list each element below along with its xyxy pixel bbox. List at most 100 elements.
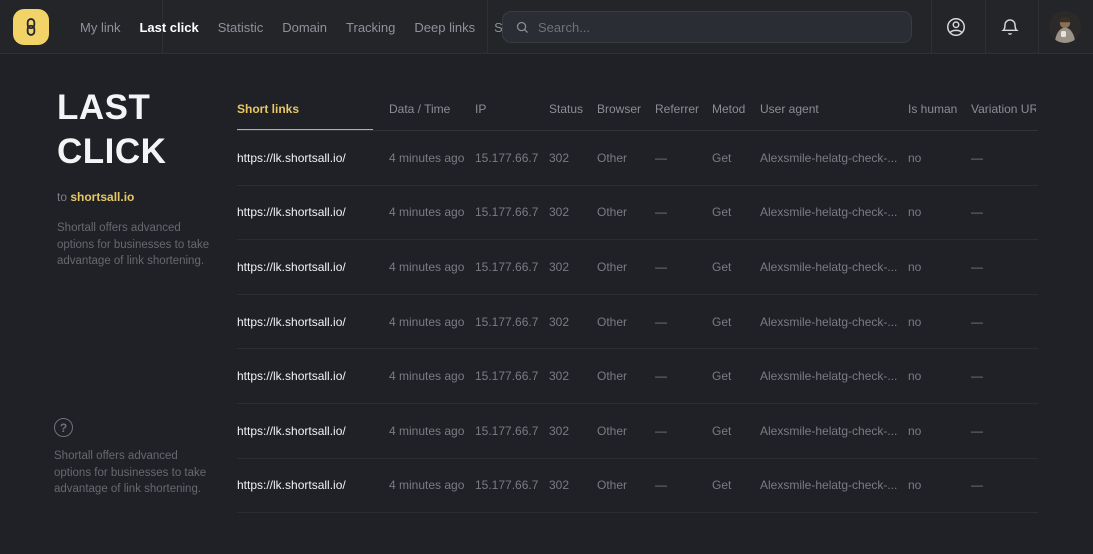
- cell: —: [655, 315, 712, 329]
- cell: no: [908, 151, 971, 165]
- cell: 15.177.66.7: [475, 205, 549, 219]
- help-description: Shortall offers advanced options for bus…: [54, 448, 212, 498]
- cell: 4 minutes ago: [389, 205, 475, 219]
- page-title: LAST CLICK: [57, 86, 222, 174]
- cell: 15.177.66.7: [475, 151, 549, 165]
- table-row[interactable]: https://lk.shortsall.io/4 minutes ago15.…: [237, 240, 1038, 295]
- divider: [931, 0, 932, 53]
- short-link-cell[interactable]: https://lk.shortsall.io/: [237, 478, 389, 492]
- table-row[interactable]: https://lk.shortsall.io/4 minutes ago15.…: [237, 349, 1038, 404]
- column-header-is-human: Is human: [908, 102, 971, 116]
- subtitle-prefix: to: [57, 190, 70, 204]
- page-title-line1: LAST: [57, 88, 150, 127]
- short-link-cell[interactable]: https://lk.shortsall.io/: [237, 424, 389, 438]
- notifications-button[interactable]: [988, 0, 1032, 54]
- column-header-referrer: Referrer: [655, 102, 712, 116]
- cell: Alexsmile-helatg-check-...: [760, 424, 908, 438]
- subtitle: to shortsall.io: [57, 190, 222, 204]
- main-nav: My link Last click Statistic Domain Tracking…: [78, 0, 537, 54]
- cell: no: [908, 260, 971, 274]
- cell: —: [971, 478, 1036, 492]
- search-box[interactable]: [502, 11, 912, 43]
- cell: —: [971, 260, 1036, 274]
- nav-item-domain[interactable]: Domain: [280, 16, 329, 39]
- cell: 4 minutes ago: [389, 151, 475, 165]
- cell: Other: [597, 260, 655, 274]
- cell: Alexsmile-helatg-check-...: [760, 205, 908, 219]
- cell: 15.177.66.7: [475, 260, 549, 274]
- help-icon[interactable]: ?: [54, 418, 73, 437]
- column-header-variation-url: Variation URL: [971, 102, 1036, 116]
- cell: Other: [597, 369, 655, 383]
- chain-link-icon: [21, 17, 41, 37]
- table-row[interactable]: https://lk.shortsall.io/4 minutes ago15.…: [237, 186, 1038, 241]
- divider: [1038, 0, 1039, 53]
- short-link-cell[interactable]: https://lk.shortsall.io/: [237, 205, 389, 219]
- cell: —: [971, 369, 1036, 383]
- short-link-cell[interactable]: https://lk.shortsall.io/: [237, 151, 389, 165]
- short-link-cell[interactable]: https://lk.shortsall.io/: [237, 260, 389, 274]
- cell: Get: [712, 369, 760, 383]
- topbar: My link Last click Statistic Domain Tracking…: [0, 0, 1093, 54]
- nav-item-deep-links[interactable]: Deep links: [412, 16, 477, 39]
- app-logo-button[interactable]: [13, 9, 49, 45]
- table-body: https://lk.shortsall.io/4 minutes ago15.…: [237, 131, 1038, 513]
- cell: Get: [712, 478, 760, 492]
- cell: 4 minutes ago: [389, 260, 475, 274]
- search-icon: [515, 20, 530, 35]
- cell: no: [908, 424, 971, 438]
- cell: —: [971, 424, 1036, 438]
- table-row[interactable]: https://lk.shortsall.io/4 minutes ago15.…: [237, 295, 1038, 350]
- cell: 4 minutes ago: [389, 478, 475, 492]
- page-title-line2: CLICK: [57, 132, 166, 171]
- cell: 4 minutes ago: [389, 315, 475, 329]
- cell: 302: [549, 205, 597, 219]
- cell: Other: [597, 315, 655, 329]
- cell: 302: [549, 369, 597, 383]
- cell: no: [908, 315, 971, 329]
- column-header-short-links[interactable]: Short links: [237, 88, 389, 130]
- nav-item-statistic[interactable]: Statistic: [216, 16, 266, 39]
- cell: Get: [712, 315, 760, 329]
- cell: —: [655, 424, 712, 438]
- cell: Alexsmile-helatg-check-...: [760, 260, 908, 274]
- cell: no: [908, 478, 971, 492]
- avatar[interactable]: [1049, 11, 1081, 43]
- cell: 302: [549, 260, 597, 274]
- short-link-cell[interactable]: https://lk.shortsall.io/: [237, 369, 389, 383]
- cell: 4 minutes ago: [389, 369, 475, 383]
- cell: Other: [597, 151, 655, 165]
- table-header-row: Short linksData / TimeIPStatusBrowserRef…: [237, 88, 1038, 131]
- sidebar-description: Shortall offers advanced options for bus…: [57, 220, 215, 270]
- cell: Alexsmile-helatg-check-...: [760, 369, 908, 383]
- cell: Other: [597, 478, 655, 492]
- cell: —: [655, 151, 712, 165]
- column-header-status: Status: [549, 102, 597, 116]
- nav-item-last-click[interactable]: Last click: [137, 16, 200, 39]
- nav-item-my-link[interactable]: My link: [78, 16, 122, 39]
- help-block: ? Shortall offers advanced options for b…: [54, 418, 224, 498]
- cell: —: [655, 369, 712, 383]
- cell: 302: [549, 315, 597, 329]
- cell: —: [971, 151, 1036, 165]
- short-link-cell[interactable]: https://lk.shortsall.io/: [237, 315, 389, 329]
- cell: Alexsmile-helatg-check-...: [760, 478, 908, 492]
- table-row[interactable]: https://lk.shortsall.io/4 minutes ago15.…: [237, 459, 1038, 514]
- nav-item-tracking[interactable]: Tracking: [344, 16, 397, 39]
- search-input[interactable]: [538, 20, 899, 35]
- bell-icon: [1000, 17, 1020, 37]
- cell: —: [971, 315, 1036, 329]
- column-header-browser: Browser: [597, 102, 655, 116]
- cell: Get: [712, 151, 760, 165]
- cell: 302: [549, 424, 597, 438]
- last-click-table: Short linksData / TimeIPStatusBrowserRef…: [237, 88, 1038, 513]
- table-row[interactable]: https://lk.shortsall.io/4 minutes ago15.…: [237, 131, 1038, 186]
- cell: Get: [712, 424, 760, 438]
- cell: 302: [549, 478, 597, 492]
- account-button[interactable]: [934, 0, 978, 54]
- column-header-metod: Metod: [712, 102, 760, 116]
- sidebar: LAST CLICK to shortsall.io Shortall offe…: [57, 86, 222, 270]
- domain-link[interactable]: shortsall.io: [70, 190, 134, 204]
- cell: no: [908, 205, 971, 219]
- table-row[interactable]: https://lk.shortsall.io/4 minutes ago15.…: [237, 404, 1038, 459]
